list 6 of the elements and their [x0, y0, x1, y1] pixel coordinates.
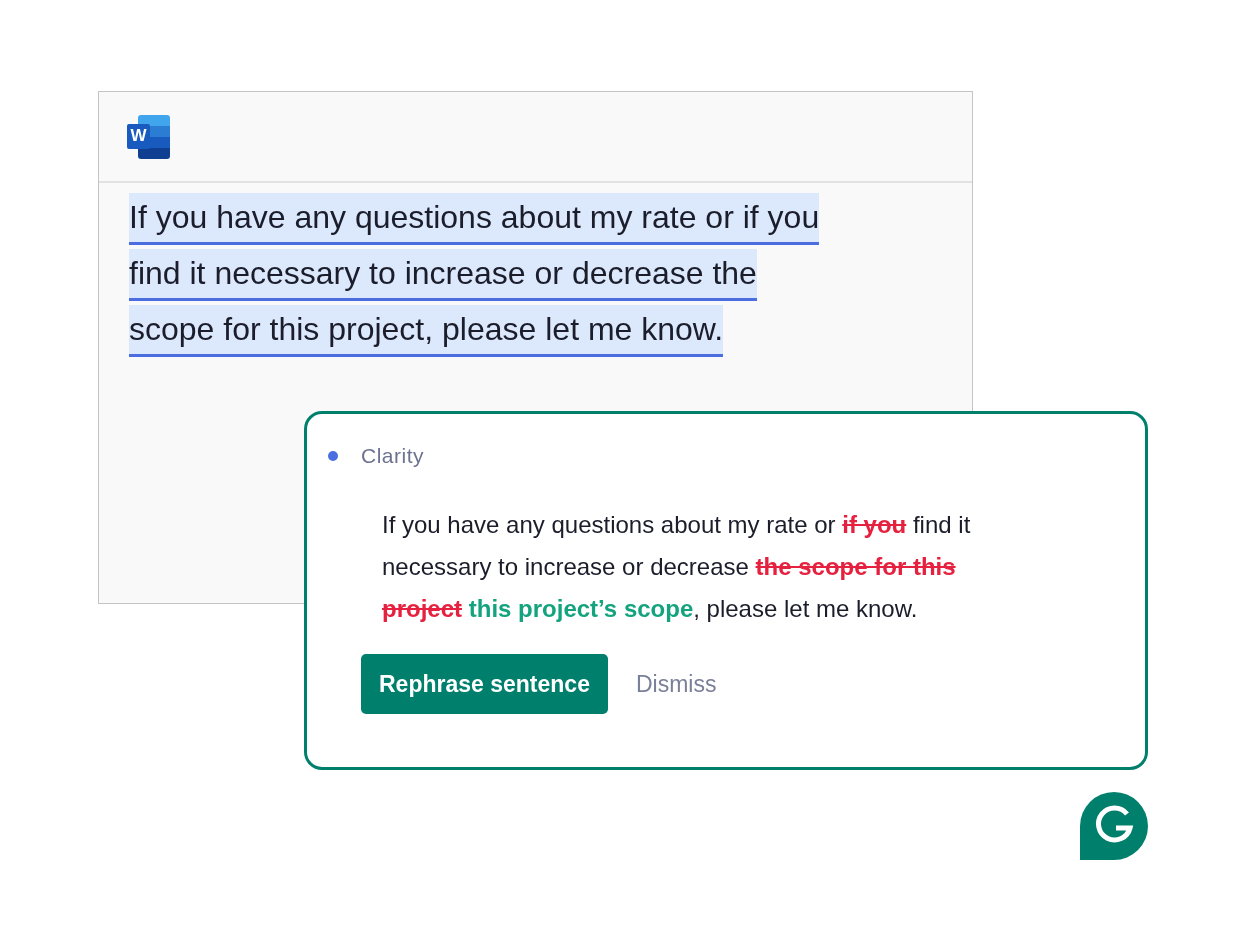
category-label: Clarity — [361, 444, 424, 468]
speech-bubble-logo-icon — [1080, 792, 1148, 860]
rephrase-button[interactable]: Rephrase sentence — [361, 654, 608, 714]
status-dot — [328, 451, 338, 461]
suggestion-text: If you have any questions about my rate or if you find it necessary to increase or decrease the scope for this project this project’s scope, please let me know. — [382, 510, 972, 624]
dismiss-button[interactable]: Dismiss — [635, 670, 717, 698]
